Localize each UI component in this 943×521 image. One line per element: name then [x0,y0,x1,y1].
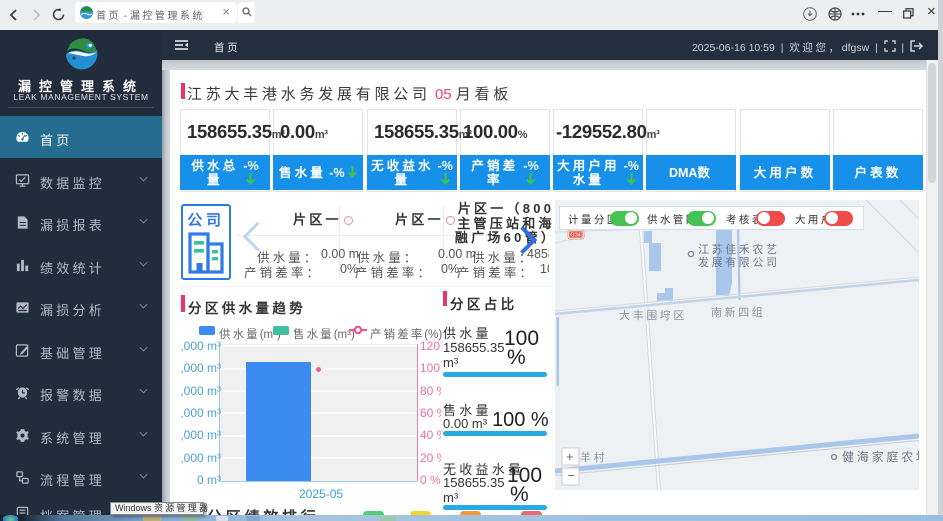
svg-text:大丰围垨区: 大丰围垨区 [619,308,687,322]
svg-text:南新四组: 南新四组 [711,305,765,319]
svg-text:江苏佳禾农艺: 江苏佳禾农艺 [698,242,780,256]
svg-text:健海家庭农场: 健海家庭农场 [842,449,919,464]
svg-text:−: − [568,468,576,483]
svg-text:G343: G343 [570,233,583,239]
svg-text:羊村: 羊村 [580,450,607,464]
svg-text:+: + [566,449,574,464]
svg-text:发展有限公司: 发展有限公司 [698,255,780,269]
